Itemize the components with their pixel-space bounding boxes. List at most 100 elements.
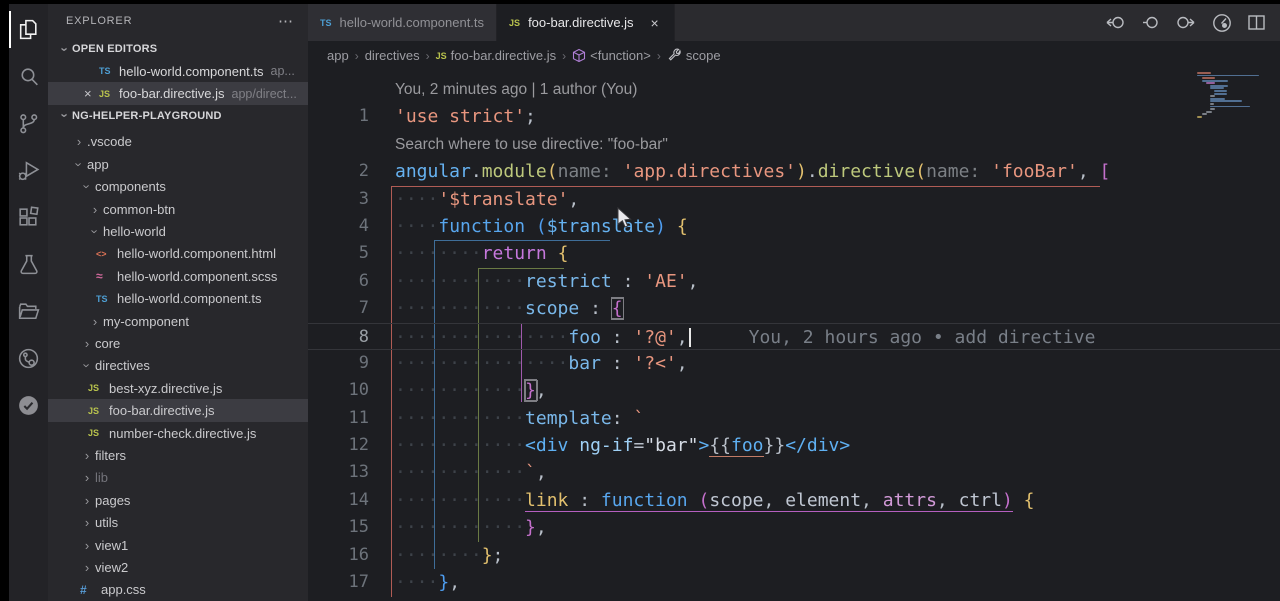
tab-foo-bar-directive-js[interactable]: JS foo-bar.directive.js ×	[497, 4, 675, 41]
tree-item--vscode[interactable]: › .vscode	[48, 131, 308, 153]
tree-item-label: lib	[95, 470, 109, 486]
code-line-2[interactable]: 2 angular.module(name: 'app.directives').…	[308, 158, 1280, 185]
breadcrumb-function[interactable]: <function>	[572, 48, 651, 63]
tree-item-app-css[interactable]: # app.css	[48, 579, 308, 601]
chevron-right-icon: ›	[562, 48, 567, 63]
chevron-down-icon: ›	[87, 229, 103, 234]
token: 'use strict'	[395, 106, 526, 128]
token: (	[535, 215, 547, 237]
token: ,	[936, 489, 959, 512]
tree-item-my-component[interactable]: › my-component	[48, 310, 308, 332]
tree-item-foo-bar-directive-js[interactable]: JS foo-bar.directive.js	[48, 399, 308, 422]
run-debug-icon[interactable]	[9, 147, 48, 194]
code-editor[interactable]: You, 2 minutes ago | 1 author (You) 1 'use…	[308, 70, 1280, 601]
tab-label: hello-world.component.ts	[339, 15, 485, 30]
explorer-icon[interactable]	[9, 6, 48, 53]
code-line-3[interactable]: 3 ····'$translate',	[308, 186, 1280, 213]
close-icon[interactable]: ×	[648, 15, 662, 31]
code-line-12[interactable]: 12 ············<div ng-if="bar">{{foo}}</…	[308, 432, 1280, 459]
tree-item-label: hello-world.component.scss	[117, 268, 278, 284]
tab-hello-world-component-ts[interactable]: TS hello-world.component.ts	[308, 4, 498, 41]
tree-item-number-check-directive-js[interactable]: JS number-check.directive.js	[48, 422, 308, 444]
breadcrumb-directives[interactable]: directives	[365, 48, 420, 63]
code-line-8[interactable]: 8 ················foo : '?@', You, 2 hours…	[308, 322, 1280, 350]
codelens[interactable]: You, 2 minutes ago | 1 author (You)	[308, 76, 1280, 103]
chevron-right-icon: ›	[656, 48, 661, 63]
test-beaker-icon[interactable]	[9, 241, 48, 288]
project-root-header[interactable]: › NG-HELPER-PLAYGROUND	[48, 105, 308, 127]
vscode-window: EXPLORER ⋯ › OPEN EDITORS TS hello-world.…	[9, 4, 1280, 601]
line-number: 16	[348, 544, 369, 565]
open-editors-header[interactable]: › OPEN EDITORS	[48, 38, 308, 60]
tree-item-view1[interactable]: › view1	[48, 534, 308, 556]
tree-item-hello-world-component-html[interactable]: <> hello-world.component.html	[48, 243, 308, 265]
bracket-match-box	[525, 380, 538, 401]
tree-item-components[interactable]: › components	[48, 176, 308, 198]
tree-item-hello-world-component-scss[interactable]: ≈ hello-world.component.scss	[48, 265, 308, 287]
tree-item-lib[interactable]: › lib	[48, 467, 308, 489]
tree-item-core[interactable]: › core	[48, 332, 308, 354]
breadcrumb-app[interactable]: app	[327, 48, 349, 63]
code-line-17[interactable]: 17 ····},	[308, 569, 1280, 596]
tree-item-hello-world-component-ts[interactable]: TS hello-world.component.ts	[48, 288, 308, 310]
code-line-18[interactable]: 18]);	[308, 596, 1280, 601]
line-number: 5	[358, 243, 369, 264]
tree-item-label: pages	[95, 492, 131, 508]
extensions-icon[interactable]	[9, 194, 48, 241]
minimap[interactable]	[1197, 72, 1273, 120]
check-circle-icon[interactable]	[9, 382, 48, 429]
tree-item-common-btn[interactable]: › common-btn	[48, 198, 308, 220]
nav-back-icon[interactable]	[1105, 13, 1127, 32]
code-line-11[interactable]: 11 ············template: `	[308, 405, 1280, 432]
code-line-14[interactable]: 14 ············link : function (scope, el…	[308, 487, 1280, 514]
code-line-16[interactable]: 16 ········};	[308, 542, 1280, 569]
code-line-10[interactable]: 10 ············},	[308, 377, 1280, 404]
search-icon[interactable]	[9, 53, 48, 100]
chevron-right-icon: ›	[84, 492, 90, 508]
code-line-4[interactable]: 4 ····function ($translate) {	[308, 213, 1280, 240]
tree-item-pages[interactable]: › pages	[48, 489, 308, 511]
tree-item-label: foo-bar.directive.js	[109, 403, 215, 419]
code-line-5[interactable]: 5 ········return {	[308, 240, 1280, 267]
chevron-down-icon: ›	[71, 162, 87, 167]
token: :	[600, 326, 634, 348]
code-text: ············},	[395, 514, 547, 541]
token: ;	[492, 544, 504, 566]
tree-item-label: utils	[95, 515, 119, 531]
git-graph-icon[interactable]	[9, 335, 48, 382]
tree-item-filters[interactable]: › filters	[48, 444, 308, 466]
breadcrumb-file[interactable]: JS foo-bar.directive.js	[436, 48, 557, 63]
token: ····	[395, 188, 439, 210]
close-icon[interactable]: ×	[84, 86, 99, 101]
token: 'AE'	[644, 270, 688, 292]
code-line-9[interactable]: 9 ················bar : '?<',	[308, 350, 1280, 377]
token: element	[785, 489, 862, 512]
codelens[interactable]: Search where to use directive: "foo-bar"	[308, 131, 1280, 158]
nav-forward-icon[interactable]	[1175, 13, 1197, 32]
open-editor-item[interactable]: × JS foo-bar.directive.js app/direct...	[48, 82, 308, 105]
breadcrumb-scope[interactable]: scope	[667, 48, 721, 63]
token: foo	[568, 326, 601, 348]
tree-item-label: hello-world	[103, 224, 166, 240]
source-control-icon[interactable]	[9, 100, 48, 147]
code-line-13[interactable]: 13 ············`,	[308, 459, 1280, 486]
folder-icon[interactable]	[9, 288, 48, 335]
tree-item-app[interactable]: › app	[48, 153, 308, 175]
code-line-6[interactable]: 6 ············restrict : 'AE',	[308, 268, 1280, 295]
chevron-down-icon: ›	[57, 113, 73, 119]
code-line-7[interactable]: 7 ············scope : {	[308, 295, 1280, 322]
tree-item-directives[interactable]: › directives	[48, 355, 308, 377]
nav-current-icon[interactable]	[1141, 13, 1161, 32]
tree-item-hello-world[interactable]: › hello-world	[48, 220, 308, 242]
timeline-icon[interactable]	[1211, 12, 1233, 34]
tree-item-view2[interactable]: › view2	[48, 556, 308, 578]
more-actions-icon[interactable]: ⋯	[278, 12, 294, 30]
code-line-15[interactable]: 15 ············},	[308, 514, 1280, 541]
split-editor-icon[interactable]	[1247, 14, 1266, 31]
tree-item-utils[interactable]: › utils	[48, 511, 308, 533]
open-editor-item[interactable]: TS hello-world.component.ts ap...	[48, 60, 308, 82]
token: module	[481, 161, 547, 183]
code-line-1[interactable]: 1 'use strict';	[308, 103, 1280, 130]
tree-item-best-xyz-directive-js[interactable]: JS best-xyz.directive.js	[48, 377, 308, 399]
